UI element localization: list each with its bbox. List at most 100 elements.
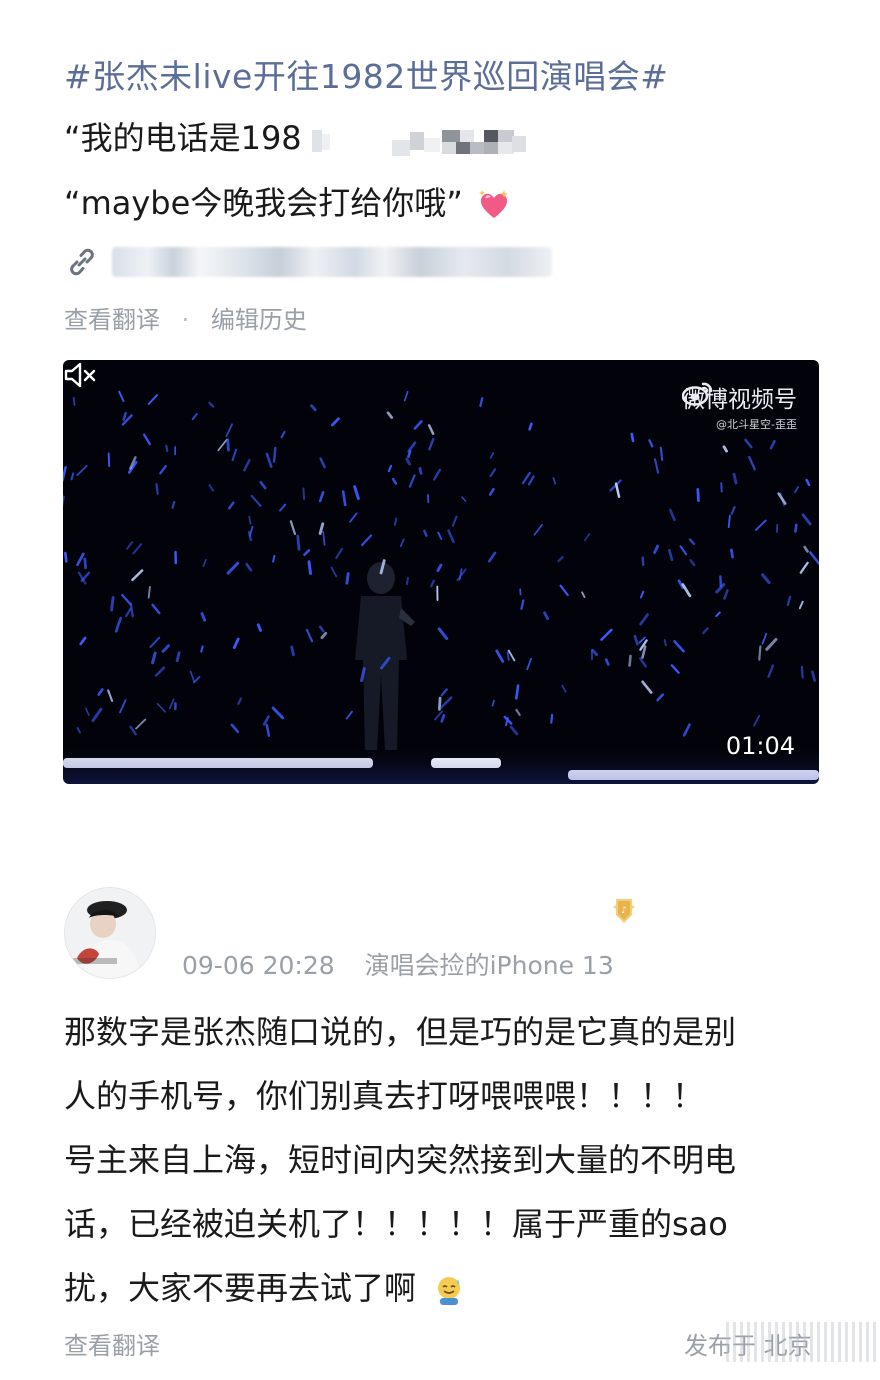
glowstick (761, 573, 771, 584)
glowstick (702, 627, 709, 635)
glowstick (436, 563, 443, 573)
glowstick (775, 523, 779, 533)
avatar[interactable] (64, 887, 156, 979)
glowstick (418, 467, 423, 475)
glowstick (303, 549, 311, 556)
glowstick (272, 555, 276, 563)
glowstick (430, 579, 435, 588)
glowstick (63, 466, 67, 482)
glowstick (129, 725, 137, 736)
glowstick (755, 519, 767, 531)
corner-watermark (726, 1322, 876, 1362)
glowstick (320, 631, 328, 640)
comment-translate-link[interactable]: 查看翻译 (64, 1326, 160, 1361)
glowstick (641, 680, 653, 694)
glowstick (487, 551, 497, 563)
glowstick (151, 603, 161, 615)
glowstick (331, 417, 340, 427)
glowstick (353, 485, 360, 500)
glowstick (318, 491, 325, 503)
glowstick (63, 551, 68, 563)
glowstick (147, 585, 151, 599)
glowstick (633, 634, 639, 646)
glowstick (265, 723, 271, 737)
comment-timestamp: 09-06 20:28 (182, 951, 335, 980)
glowstick (550, 713, 554, 724)
glowstick (107, 689, 114, 702)
glowstick (673, 640, 685, 653)
glowstick (318, 625, 325, 633)
edit-history-link[interactable]: 编辑历史 (211, 300, 307, 335)
glowstick (591, 648, 599, 657)
glowstick (91, 707, 103, 723)
glowstick (76, 465, 88, 476)
translate-link[interactable]: 查看翻译 (64, 300, 160, 335)
glowstick (83, 557, 87, 570)
weibo-logo-icon (682, 382, 713, 406)
glowstick (341, 490, 347, 507)
glowstick (489, 468, 497, 478)
glowstick (142, 433, 152, 446)
glowstick (552, 477, 557, 485)
glowstick (262, 715, 270, 726)
glowstick (653, 458, 660, 474)
glowstick (231, 448, 238, 462)
glowstick (670, 664, 680, 674)
glowstick (97, 688, 104, 696)
web-link-row[interactable] (66, 240, 552, 284)
glowstick (451, 515, 458, 527)
glowstick (155, 483, 159, 495)
glowstick (156, 702, 167, 713)
glowstick (79, 636, 87, 646)
glowstick (719, 575, 723, 588)
video-player[interactable]: 微博视频号 @北斗星空-歪歪 01:04 (63, 360, 819, 784)
glowstick (509, 725, 519, 736)
glowstick (335, 547, 343, 559)
glowstick (769, 440, 776, 450)
glowstick (193, 676, 201, 684)
glowstick (305, 628, 314, 643)
glowstick (811, 670, 816, 682)
watermark-subtitle: @北斗星空-歪歪 (716, 418, 797, 431)
meta-separator: · (181, 306, 190, 334)
glowstick (641, 556, 645, 567)
glowstick (217, 438, 228, 452)
glowstick (528, 422, 533, 431)
glowstick (225, 423, 233, 437)
glowstick (808, 551, 819, 565)
glowstick (232, 637, 240, 650)
glowstick (310, 404, 317, 412)
glowstick (495, 649, 505, 663)
glowstick (744, 438, 753, 449)
glowstick (279, 503, 287, 512)
glowstick (543, 611, 550, 621)
glowstick (696, 488, 700, 503)
glowstick (259, 480, 267, 490)
glowstick (72, 397, 76, 406)
glowstick (171, 500, 176, 509)
glowstick (761, 632, 768, 645)
glowstick (280, 431, 286, 439)
glowstick (727, 514, 731, 529)
glowstick (515, 708, 521, 716)
mute-icon[interactable] (63, 360, 97, 390)
glowstick (226, 438, 230, 452)
glowstick (200, 612, 207, 622)
fan-badge-icon[interactable]: ♪ (610, 895, 638, 927)
glowstick (243, 458, 251, 472)
glowstick (479, 397, 484, 408)
glowstick (114, 616, 122, 633)
glowstick (387, 464, 393, 473)
glowstick (289, 520, 296, 535)
glowstick (319, 457, 326, 469)
glowstick (679, 545, 688, 556)
glowstick (437, 627, 449, 640)
glowstick (748, 455, 756, 471)
hashtag-link[interactable]: #张杰未live开往1982世界巡回演唱会# (64, 50, 668, 98)
glowstick (730, 506, 736, 515)
glowstick (437, 696, 442, 711)
video-duration: 01:04 (725, 732, 795, 760)
glowstick (803, 545, 809, 553)
glowstick (70, 472, 75, 481)
glowstick (393, 517, 398, 526)
